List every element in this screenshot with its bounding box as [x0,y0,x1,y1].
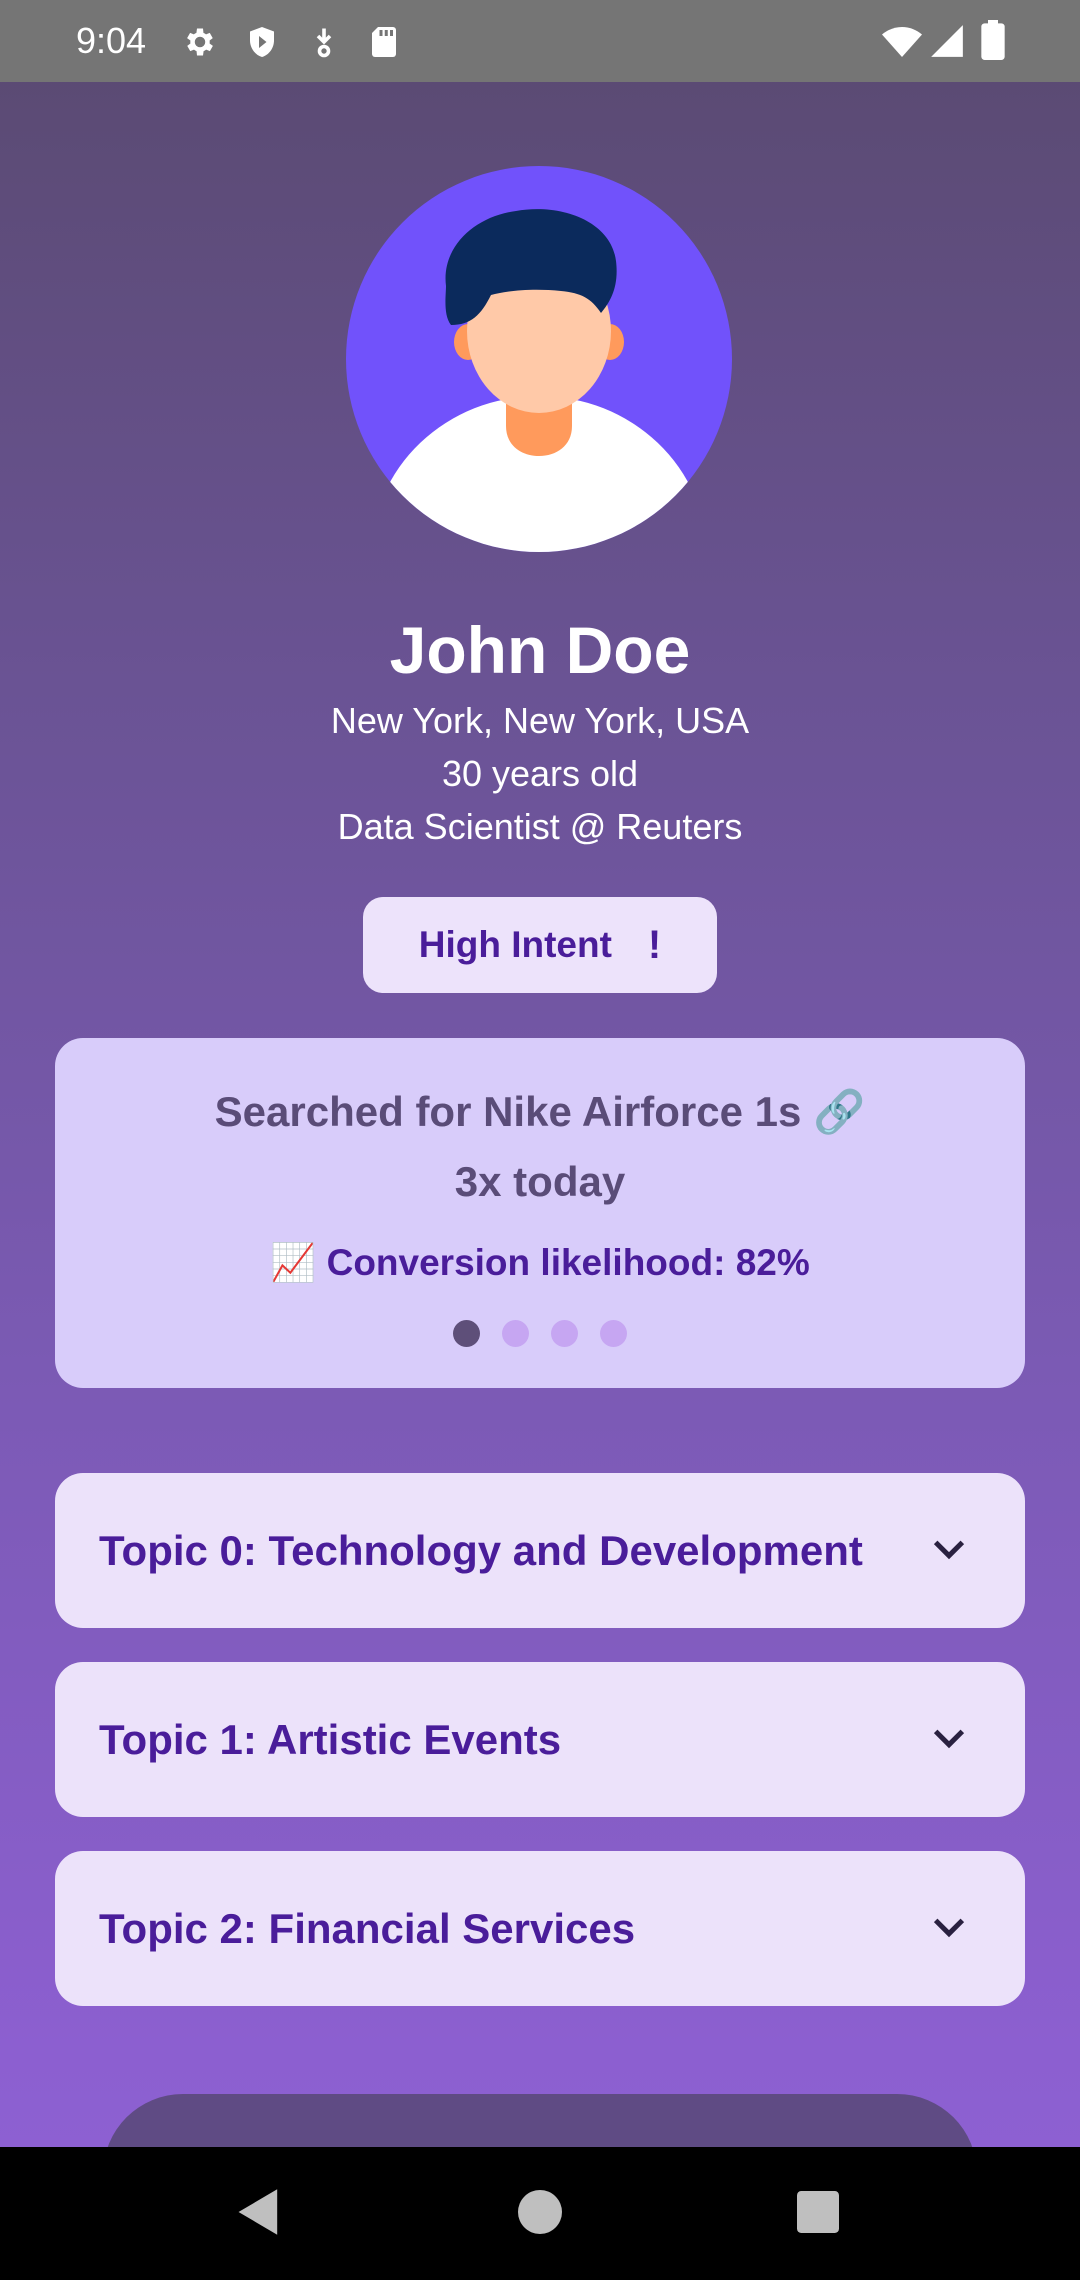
page-dot[interactable] [502,1320,529,1347]
conversion-likelihood-text: 📈 Conversion likelihood: 82% [270,1242,810,1283]
system-nav-bar [0,2147,1080,2280]
status-bar: 9:04 [0,0,1080,82]
wifi-icon [882,27,922,57]
battery-icon [981,20,1005,60]
sd-card-icon [372,27,396,57]
topic-label: Topic 2: Financial Services [99,1904,636,1952]
profile-name: John Doe [389,613,691,687]
topic-label: Topic 1: Artistic Events [99,1715,562,1763]
topic-accordion-2[interactable]: Topic 2: Financial Services [55,1851,1025,2006]
back-icon[interactable] [236,2187,282,2237]
chevron-down-icon[interactable] [929,1907,969,1947]
profile-job: Data Scientist @ Reuters [337,806,743,847]
download-icon [316,28,332,58]
recents-icon[interactable] [797,2191,839,2233]
gear-icon [187,28,213,56]
search-activity-text: Searched for Nike Airforce 1s 🔗 [214,1088,866,1135]
high-intent-button[interactable]: High Intent ! [363,897,717,993]
status-time: 9:04 [76,20,147,61]
screen: 9:04 John Doe New York, New York, USA 30… [0,0,1080,2280]
chevron-down-icon[interactable] [929,1529,969,1569]
home-icon[interactable] [518,2190,562,2234]
page-indicator[interactable] [55,1320,1025,1347]
topic-accordion-0[interactable]: Topic 0: Technology and Development [55,1473,1025,1628]
insight-card[interactable]: Searched for Nike Airforce 1s 🔗 3x today… [55,1038,1025,1388]
high-intent-label: High Intent [418,924,612,965]
shield-icon [250,27,274,57]
page-dot[interactable] [551,1320,578,1347]
page-dot[interactable] [453,1320,480,1347]
profile-age: 30 years old [441,753,639,794]
exclamation-icon: ! [647,922,662,967]
signal-icon [931,25,963,57]
page-dot[interactable] [600,1320,627,1347]
chevron-down-icon[interactable] [929,1718,969,1758]
topic-label: Topic 0: Technology and Development [99,1526,863,1574]
search-frequency-text: 3x today [454,1158,626,1205]
topic-accordion-1[interactable]: Topic 1: Artistic Events [55,1662,1025,1817]
avatar [346,166,732,552]
profile-location: New York, New York, USA [330,700,750,741]
